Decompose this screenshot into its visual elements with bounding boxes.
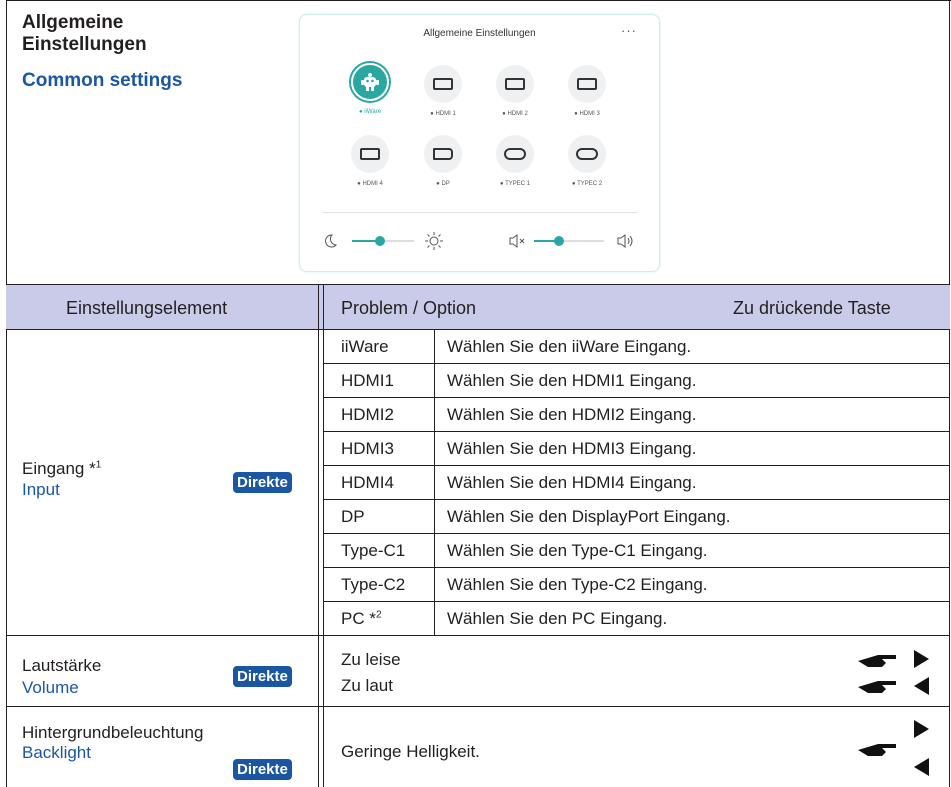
source-typec2[interactable]: ● TYPEC 2 (562, 135, 612, 187)
table-row: Wählen Sie den HDMI3 Eingang. (447, 439, 697, 458)
table-row: iiWare (341, 337, 389, 356)
source-hdmi2[interactable]: ● HDMI 2 (490, 65, 540, 117)
source-label: ● iiWare (358, 109, 382, 115)
frame-left (6, 0, 7, 787)
source-dp[interactable]: ● DP (418, 135, 468, 187)
table-row: Wählen Sie den HDMI4 Eingang. (447, 473, 697, 492)
table-row: Wählen Sie den PC Eingang. (447, 609, 668, 628)
table-row: HDMI1 (341, 371, 394, 390)
usb-c-icon (496, 135, 534, 173)
right-arrow-icon (914, 650, 929, 668)
volume-option-quiet: Zu leise (341, 650, 401, 669)
backlight-label-en: Backlight (22, 743, 91, 762)
displayport-icon (424, 135, 462, 173)
table-row: Wählen Sie den Type-C1 Eingang. (447, 541, 708, 560)
pointing-hand-icon (858, 744, 896, 756)
source-hdmi3[interactable]: ● HDMI 3 (562, 65, 612, 117)
pointing-hand-icon (858, 681, 896, 693)
header-problem: Problem / Option (341, 298, 477, 318)
panel-title: Allgemeine Einstellungen (423, 28, 536, 39)
source-hdmi4[interactable]: ● HDMI 4 (345, 135, 395, 187)
table-row: Wählen Sie den iiWare Eingang. (447, 337, 692, 356)
mute-icon (508, 233, 528, 254)
table-row: Wählen Sie den Type-C2 Eingang. (447, 575, 708, 594)
input-label-en: Input (22, 480, 60, 499)
table-row: HDMI2 (341, 405, 394, 424)
usb-c-icon (568, 135, 606, 173)
left-arrow-icon (914, 758, 929, 776)
source-hdmi1[interactable]: ● HDMI 1 (418, 65, 468, 117)
frame-right (949, 0, 950, 787)
hdmi-port-icon (424, 65, 462, 103)
column-divider (318, 284, 319, 787)
volume-slider[interactable] (534, 235, 604, 247)
hdmi-port-icon (351, 135, 389, 173)
source-label: ● TYPEC 2 (571, 181, 603, 187)
table-row: PC *2 (341, 609, 382, 628)
hdmi-port-icon (496, 65, 534, 103)
table-row: Type-C2 (341, 575, 406, 594)
source-label: ● HDMI 3 (574, 111, 600, 117)
pointing-hand-icon (858, 655, 896, 667)
speaker-icon (616, 233, 636, 254)
right-arrow-icon (914, 720, 929, 738)
table-row: DP (341, 507, 365, 526)
direct-key-badge: Direkte (233, 472, 292, 493)
volume-option-loud: Zu laut (341, 676, 393, 695)
table-row: Wählen Sie den HDMI1 Eingang. (447, 371, 697, 390)
direct-key-badge: Direkte (233, 759, 292, 780)
title-de-line2: Einstellungen (22, 34, 147, 55)
sun-icon (424, 231, 444, 256)
header-item: Einstellungselement (66, 298, 228, 318)
source-iiware[interactable]: ● iiWare (345, 63, 395, 115)
settings-panel: Allgemeine Einstellungen ··· ● iiWare ● … (299, 14, 660, 272)
input-option-divider (434, 329, 435, 635)
source-label: ● HDMI 4 (357, 181, 383, 187)
title-de-line1: Allgemeine (22, 12, 124, 33)
moon-icon (322, 233, 338, 254)
table-row: Type-C1 (341, 541, 406, 560)
input-label-de: Eingang *1 (22, 459, 102, 478)
source-typec1[interactable]: ● TYPEC 1 (490, 135, 540, 187)
panel-divider (322, 212, 638, 213)
brightness-slider[interactable] (352, 235, 414, 247)
robot-icon (351, 63, 389, 101)
direct-key-badge: Direkte (233, 666, 292, 687)
hdmi-port-icon (568, 65, 606, 103)
frame-top (6, 0, 951, 1)
source-label: ● HDMI 1 (430, 111, 456, 117)
section-title-de: Allgemeine Einstellungen (22, 12, 222, 56)
header-key: Zu drückende Taste (733, 298, 891, 318)
source-label: ● HDMI 2 (502, 111, 528, 117)
table-row: Wählen Sie den HDMI2 Eingang. (447, 405, 697, 424)
source-label: ● DP (436, 181, 450, 187)
table-row: Wählen Sie den DisplayPort Eingang. (447, 507, 731, 526)
more-icon[interactable]: ··· (621, 23, 637, 38)
table-row: HDMI3 (341, 439, 394, 458)
volume-label-en: Volume (22, 678, 79, 697)
source-label: ● TYPEC 1 (499, 181, 531, 187)
column-divider (323, 284, 324, 787)
section-title-en: Common settings (22, 70, 183, 91)
left-arrow-icon (914, 677, 929, 695)
table-row: HDMI4 (341, 473, 394, 492)
volume-label-de: Lautstärke (22, 656, 102, 675)
backlight-label-de: Hintergrundbeleuchtung (22, 723, 204, 742)
backlight-option-low: Geringe Helligkeit. (341, 742, 480, 761)
